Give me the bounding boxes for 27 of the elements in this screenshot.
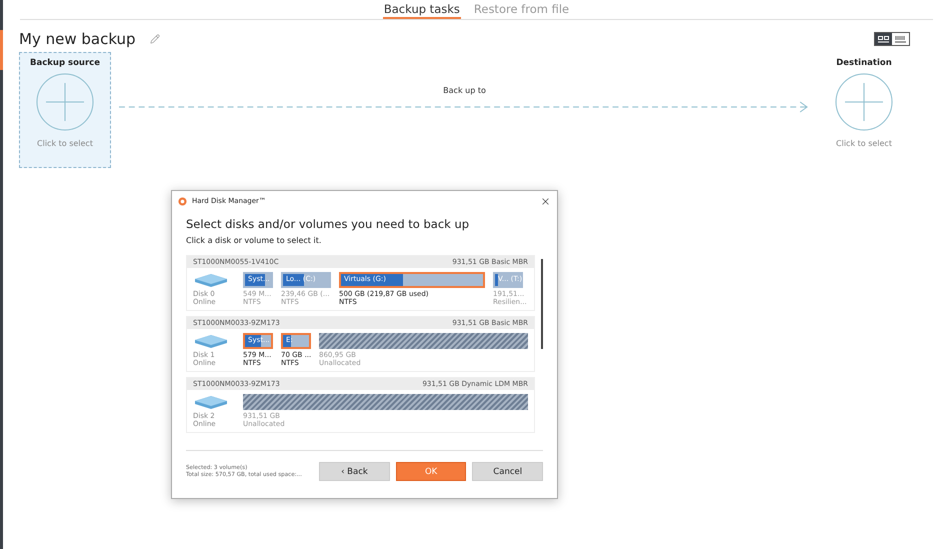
dialog-button[interactable]: ‹ Back: [319, 462, 390, 481]
card-hint: Click to select: [836, 139, 892, 148]
tab[interactable]: Backup tasks: [382, 2, 461, 19]
disk-drive-icon: [193, 333, 229, 349]
unallocated-bar[interactable]: [243, 394, 528, 410]
plus-circle-icon: [36, 73, 94, 131]
large-view-button[interactable]: [875, 33, 892, 45]
app-logo-icon: [178, 196, 187, 206]
disk-drive-icon: [193, 394, 229, 410]
target-card[interactable]: Backup source Click to select: [19, 52, 111, 168]
sidebar-accent: [0, 30, 3, 70]
card-heading: Backup source: [30, 58, 100, 68]
pencil-icon[interactable]: [150, 34, 160, 44]
close-icon[interactable]: [540, 196, 551, 206]
card-heading: Destination: [836, 58, 892, 68]
grid-view-button[interactable]: [892, 33, 909, 45]
dialog-subheading: Click a disk or volume to select it.: [186, 236, 322, 245]
plus-circle-icon: [835, 73, 893, 131]
dialog-button[interactable]: Cancel: [472, 462, 544, 481]
dialog-heading: Select disks and/or volumes you need to back up: [186, 217, 470, 231]
unallocated-bar[interactable]: [319, 333, 528, 349]
disk-drive-icon: [193, 272, 229, 288]
scrollbar[interactable]: [541, 259, 543, 349]
target-card[interactable]: Destination Click to select: [818, 52, 910, 168]
backup-title: My new backup: [19, 30, 136, 48]
card-hint: Click to select: [37, 139, 93, 148]
connector-label: Back up to: [443, 86, 486, 95]
